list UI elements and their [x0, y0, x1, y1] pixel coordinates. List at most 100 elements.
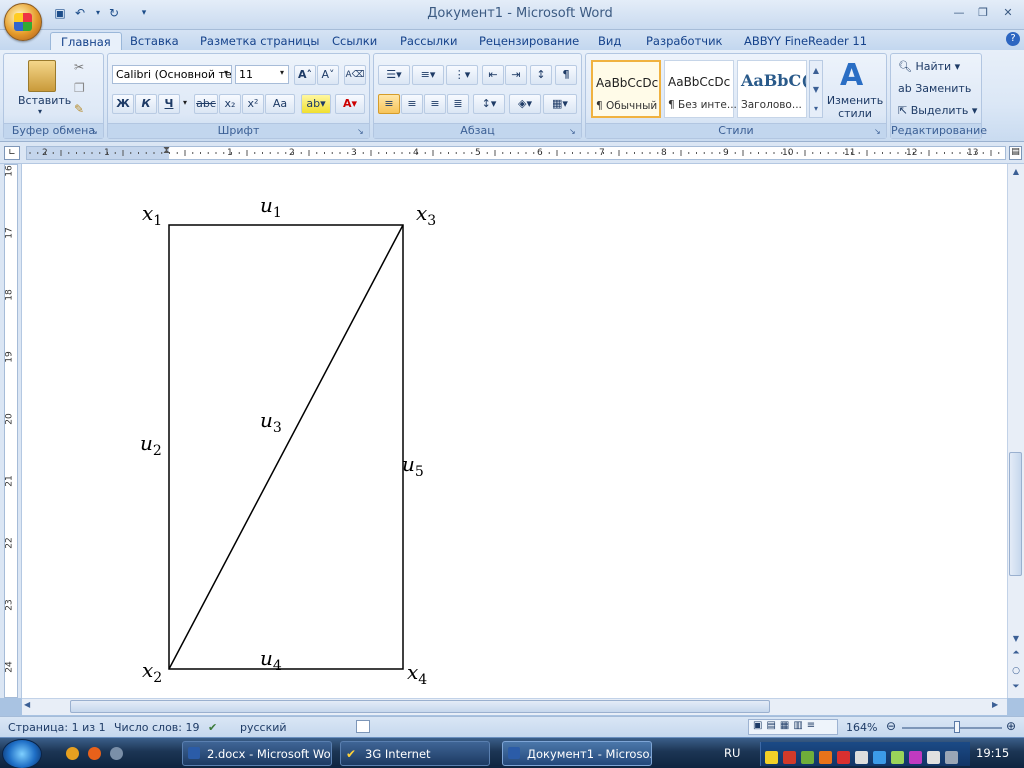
cut-icon[interactable]: ✂ [74, 60, 84, 74]
start-button[interactable] [2, 739, 42, 768]
help-icon[interactable]: ? [1006, 32, 1020, 46]
proofing-icon[interactable]: ✔ [208, 721, 217, 734]
tray-icon[interactable] [909, 751, 922, 764]
style-normal[interactable]: AaBbCcDc ¶ Обычный [591, 60, 661, 118]
borders-icon[interactable]: ▦▾ [543, 94, 577, 114]
tab-view[interactable]: Вид [588, 32, 631, 51]
font-size-dropdown-icon[interactable]: ▾ [280, 68, 284, 77]
tray-icon[interactable] [783, 751, 796, 764]
scroll-down-icon[interactable]: ▼ [1009, 632, 1023, 646]
paste-dropdown-icon[interactable]: ▾ [38, 107, 42, 116]
select-button[interactable]: ⇱ Выделить ▾ [898, 104, 977, 117]
vertical-scroll-thumb[interactable] [1009, 452, 1022, 576]
numbering-icon[interactable]: ≡▾ [412, 65, 444, 85]
scroll-right-icon[interactable]: ▶ [992, 700, 998, 709]
style-heading[interactable]: AaBbC( Заголово... [737, 60, 807, 118]
change-styles-icon[interactable]: A [840, 58, 863, 93]
font-color-icon[interactable]: A▾ [335, 94, 365, 114]
paragraph-launcher-icon[interactable]: ↘ [569, 127, 578, 136]
undo-icon[interactable]: ↶ [72, 5, 88, 21]
copy-icon[interactable]: ❐ [74, 81, 85, 95]
tab-references[interactable]: Ссылки [322, 32, 387, 51]
paste-icon[interactable] [28, 60, 56, 92]
tab-abbyy[interactable]: ABBYY FineReader 11 [734, 32, 877, 51]
paste-button-label[interactable]: Вставить [18, 94, 71, 107]
tab-mailings[interactable]: Рассылки [390, 32, 467, 51]
macro-record-icon[interactable] [356, 720, 370, 733]
align-left-icon[interactable]: ≡ [378, 94, 400, 114]
underline-dropdown-icon[interactable]: ▾ [183, 98, 187, 107]
tab-page-layout[interactable]: Разметка страницы [190, 32, 329, 51]
view-ruler-icon[interactable]: ▤ [1009, 146, 1022, 160]
shading-icon[interactable]: ◈▾ [509, 94, 541, 114]
customize-qat-icon[interactable]: ▾ [136, 5, 152, 21]
save-icon[interactable]: ▣ [52, 5, 68, 21]
word-count[interactable]: Число слов: 19 [114, 721, 200, 734]
close-button[interactable]: ✕ [996, 5, 1020, 21]
show-marks-icon[interactable]: ¶ [555, 65, 577, 85]
replace-button[interactable]: ab Заменить [898, 82, 971, 95]
zoom-level[interactable]: 164% [846, 721, 877, 734]
minimize-button[interactable]: — [948, 5, 970, 21]
justify-icon[interactable]: ≣ [447, 94, 469, 114]
tab-review[interactable]: Рецензирование [469, 32, 589, 51]
bullets-icon[interactable]: ☰▾ [378, 65, 410, 85]
change-case-button[interactable]: Aa [265, 94, 295, 114]
sort-icon[interactable]: ↕ [530, 65, 552, 85]
zoom-out-icon[interactable]: ⊖ [886, 719, 896, 733]
highlight-icon[interactable]: ab▾ [301, 94, 331, 114]
strikethrough-button[interactable]: abc [194, 94, 218, 114]
prev-page-icon[interactable]: ⏶ [1009, 648, 1023, 662]
office-button[interactable] [4, 3, 42, 41]
grow-font-icon[interactable]: A˄ [294, 65, 316, 85]
align-right-icon[interactable]: ≡ [424, 94, 446, 114]
scroll-left-icon[interactable]: ◀ [24, 700, 30, 709]
superscript-button[interactable]: x² [242, 94, 264, 114]
browse-object-icon[interactable]: ○ [1009, 666, 1023, 680]
underline-button[interactable]: Ч [158, 94, 180, 114]
tray-icon[interactable] [819, 751, 832, 764]
change-styles-button[interactable]: Изменить стили [826, 94, 884, 120]
font-name-field[interactable]: Calibri (Основной те [112, 65, 232, 84]
page-count[interactable]: Страница: 1 из 1 [8, 721, 106, 734]
shrink-font-icon[interactable]: A˅ [317, 65, 339, 85]
font-launcher-icon[interactable]: ↘ [357, 127, 366, 136]
styles-scroll[interactable]: ▲ ▼ ▾ [809, 60, 823, 118]
increase-indent-icon[interactable]: ⇥ [505, 65, 527, 85]
taskbar-item-document1[interactable]: Документ1 - Microso... [502, 741, 652, 766]
clock[interactable]: 19:15 [976, 746, 1009, 760]
styles-launcher-icon[interactable]: ↘ [874, 127, 883, 136]
font-name-dropdown-icon[interactable]: ▾ [224, 68, 228, 77]
line-spacing-icon[interactable]: ↕▾ [473, 94, 505, 114]
find-button[interactable]: 🔍︎ Найти ▾ [898, 60, 960, 73]
zoom-slider-thumb[interactable] [954, 721, 960, 733]
volume-icon[interactable] [855, 751, 868, 764]
quicklaunch-icon[interactable] [66, 747, 79, 760]
undo-dropdown-icon[interactable]: ▾ [90, 5, 106, 21]
tray-icon[interactable] [891, 751, 904, 764]
taskbar-item-2docx[interactable]: 2.docx - Microsoft Word [182, 741, 332, 766]
tray-icon[interactable] [837, 751, 850, 764]
settings-icon[interactable] [110, 747, 123, 760]
scroll-up-icon[interactable]: ▲ [1009, 165, 1023, 179]
next-page-icon[interactable]: ⏷ [1009, 682, 1023, 696]
tab-selector-icon[interactable]: ∟ [4, 146, 20, 160]
tray-icon[interactable] [873, 751, 886, 764]
redo-icon[interactable]: ↻ [106, 5, 122, 21]
tab-developer[interactable]: Разработчик [636, 32, 733, 51]
clipboard-launcher-icon[interactable]: ↘ [91, 127, 100, 136]
style-no-spacing[interactable]: AaBbCcDc ¶ Без инте... [664, 60, 737, 118]
language[interactable]: русский [240, 721, 287, 734]
subscript-button[interactable]: x₂ [219, 94, 241, 114]
document-page[interactable]: x1 x2 x3 x4 u1 u2 u3 u4 u5 [22, 164, 1007, 698]
zoom-in-icon[interactable]: ⊕ [1006, 719, 1016, 733]
input-language[interactable]: RU [724, 746, 740, 760]
tray-icon[interactable] [801, 751, 814, 764]
vertical-scrollbar[interactable]: ▲ ▼ ⏶ ○ ⏷ [1007, 164, 1024, 698]
align-center-icon[interactable]: ≡ [401, 94, 423, 114]
firefox-icon[interactable] [88, 747, 101, 760]
tab-home[interactable]: Главная [50, 32, 122, 52]
display-icon[interactable] [945, 751, 958, 764]
bold-button[interactable]: Ж [112, 94, 134, 114]
taskbar-item-3g-internet[interactable]: 3G Internet [340, 741, 490, 766]
